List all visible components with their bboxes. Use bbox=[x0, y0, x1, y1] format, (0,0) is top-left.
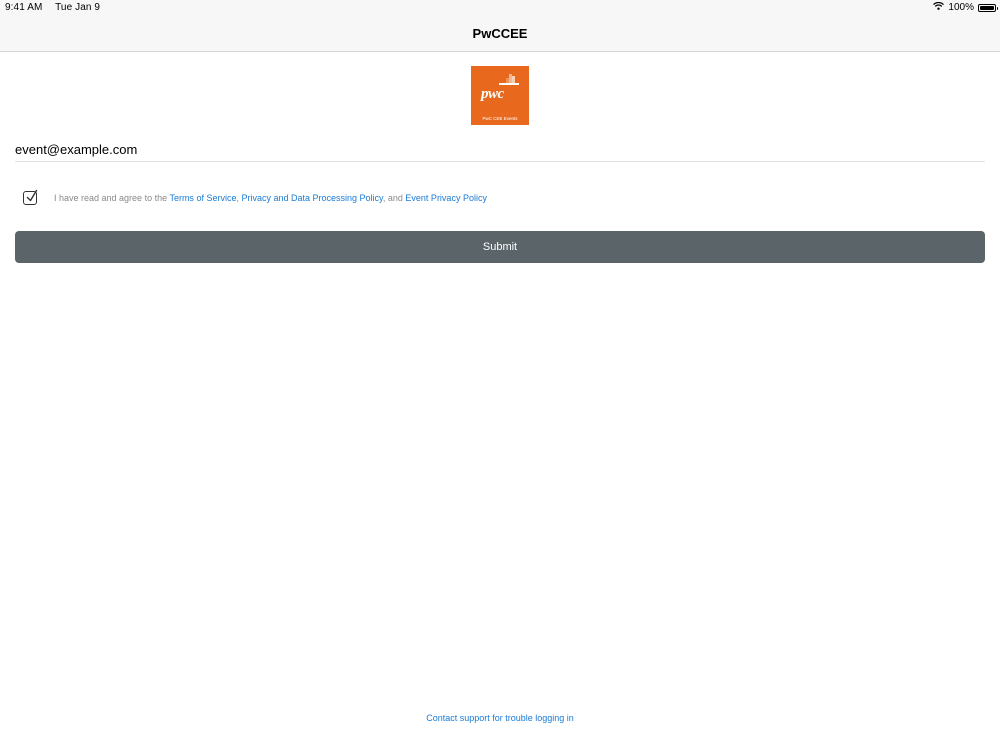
battery-icon bbox=[978, 3, 998, 12]
agreement-and: , and bbox=[382, 193, 406, 203]
logo-subtitle: PwC CEE Events bbox=[482, 116, 518, 121]
checkmark-icon bbox=[26, 189, 38, 202]
status-time: 9:41 AM bbox=[5, 2, 43, 13]
page-title: PwCCEE bbox=[472, 26, 528, 41]
status-bar: 9:41 AM Tue Jan 9 100% bbox=[0, 0, 1000, 16]
status-indicators: 100% bbox=[933, 1, 998, 13]
terms-of-service-link[interactable]: Terms of Service bbox=[169, 193, 236, 203]
status-time-date: 9:41 AM Tue Jan 9 bbox=[5, 2, 110, 13]
email-field[interactable]: event@example.com bbox=[15, 142, 985, 162]
wifi-icon bbox=[933, 1, 945, 13]
agreement-row: I have read and agree to the Terms of Se… bbox=[23, 189, 983, 208]
agreement-text: I have read and agree to the Terms of Se… bbox=[54, 193, 487, 203]
pwc-logo: pwc PwC CEE Events bbox=[471, 66, 529, 125]
battery-percent: 100% bbox=[948, 2, 974, 13]
logo-wordmark: pwc bbox=[481, 86, 504, 102]
event-privacy-policy-link[interactable]: Event Privacy Policy bbox=[405, 193, 487, 203]
status-date: Tue Jan 9 bbox=[55, 2, 101, 13]
contact-support-link[interactable]: Contact support for trouble logging in bbox=[0, 713, 1000, 723]
navigation-bar: PwCCEE bbox=[0, 16, 1000, 52]
privacy-policy-link[interactable]: Privacy and Data Processing Policy bbox=[241, 193, 382, 203]
agreement-prefix: I have read and agree to the bbox=[54, 193, 170, 203]
submit-button[interactable]: Submit bbox=[15, 231, 985, 263]
agree-checkbox[interactable] bbox=[23, 189, 38, 205]
